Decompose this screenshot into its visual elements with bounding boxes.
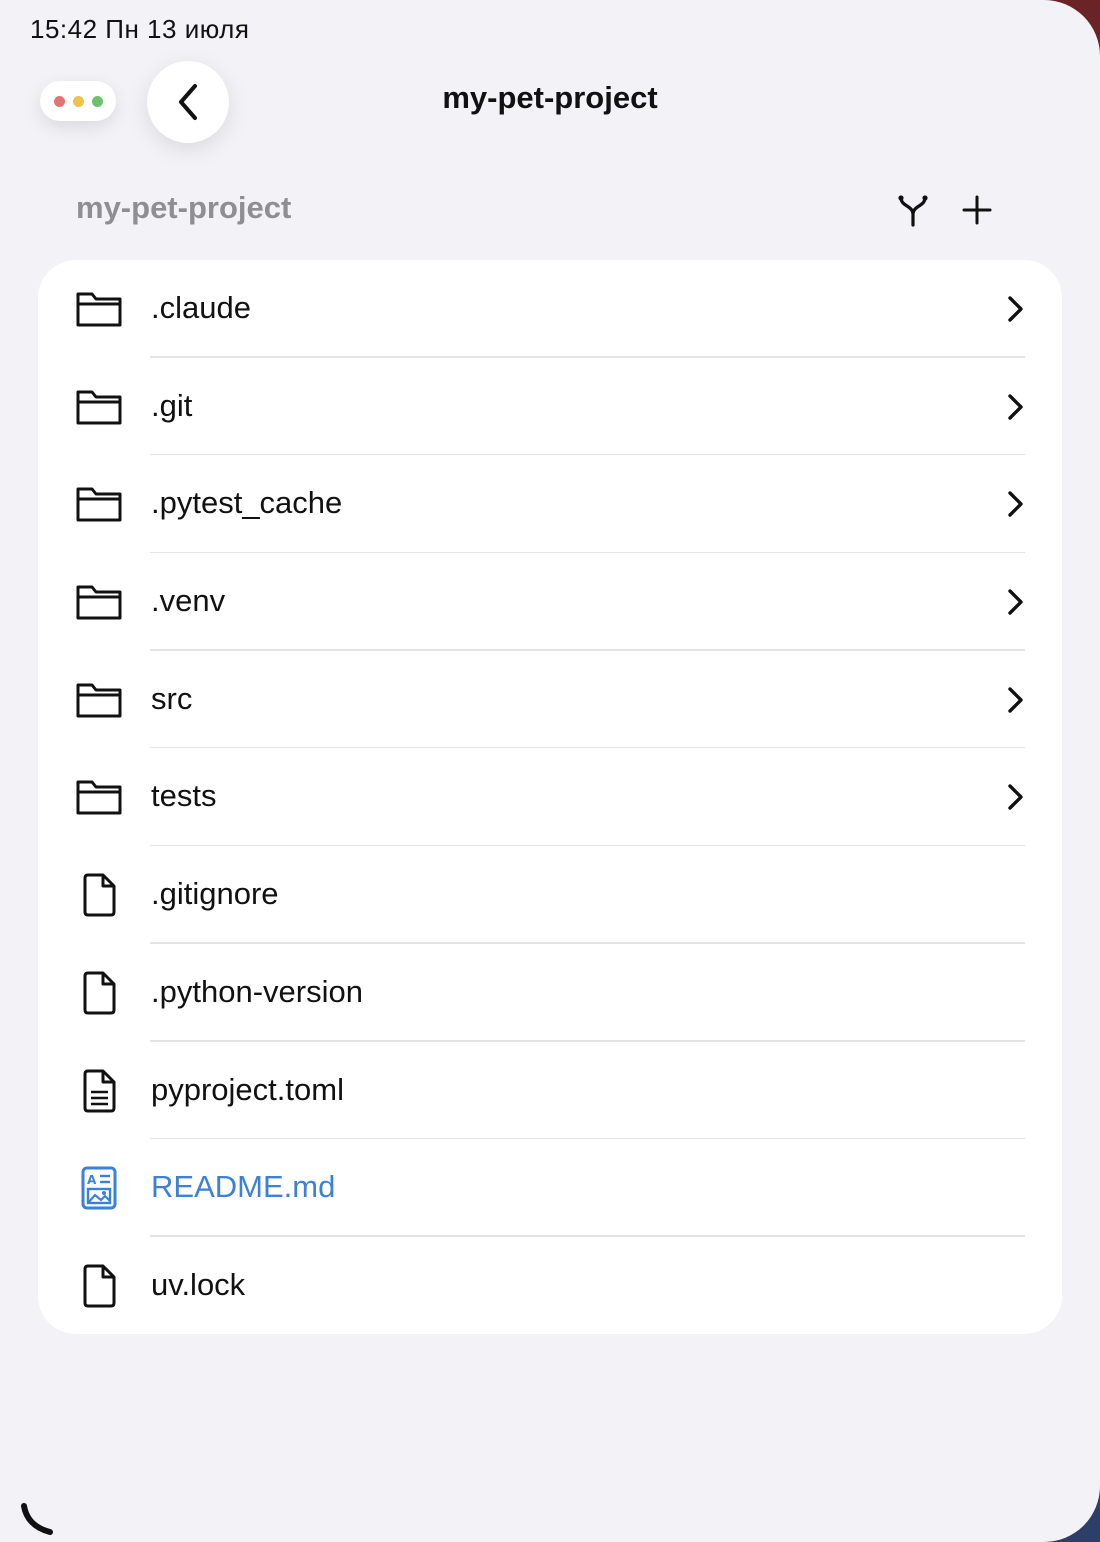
folder-icon bbox=[74, 284, 124, 334]
phone-icon[interactable] bbox=[20, 1500, 56, 1536]
folder-row[interactable]: .pytest_cache bbox=[38, 455, 1062, 554]
add-button[interactable] bbox=[957, 190, 997, 230]
markdown-document-icon: A bbox=[74, 1163, 124, 1213]
document-icon bbox=[74, 968, 124, 1018]
file-row[interactable]: pyproject.toml bbox=[38, 1042, 1062, 1140]
item-name: README.md bbox=[151, 1169, 336, 1205]
item-name: tests bbox=[151, 778, 217, 814]
file-row[interactable]: .python-version bbox=[38, 944, 1062, 1042]
chevron-right-icon bbox=[1008, 393, 1023, 420]
folder-icon bbox=[74, 675, 124, 725]
chevron-right-icon bbox=[1008, 589, 1023, 615]
branch-button[interactable] bbox=[893, 190, 933, 230]
file-row[interactable]: uv.lock bbox=[38, 1237, 1062, 1334]
folder-row[interactable]: .venv bbox=[38, 553, 1062, 651]
window-dot-green bbox=[91, 95, 103, 107]
document-icon bbox=[74, 1261, 124, 1311]
item-name: .gitignore bbox=[151, 876, 279, 912]
svg-text:A: A bbox=[87, 1173, 97, 1187]
section-title: my-pet-project bbox=[76, 190, 292, 225]
folder-row[interactable]: tests bbox=[38, 748, 1062, 847]
file-list: .claude .git .pytest_cache .venv src tests .gi… bbox=[38, 260, 1062, 1334]
folder-icon bbox=[74, 577, 124, 627]
item-name: .claude bbox=[151, 290, 251, 325]
item-name: pyproject.toml bbox=[151, 1071, 344, 1107]
document-icon bbox=[74, 870, 124, 920]
item-name: .python-version bbox=[151, 973, 363, 1009]
chevron-right-icon bbox=[1008, 687, 1023, 713]
window-dot-red bbox=[53, 95, 65, 107]
folder-icon bbox=[74, 382, 124, 432]
folder-row[interactable]: .claude bbox=[38, 260, 1062, 358]
item-name: uv.lock bbox=[151, 1266, 246, 1302]
branch-icon bbox=[898, 195, 928, 227]
folder-row[interactable]: src bbox=[38, 651, 1062, 749]
item-name: .git bbox=[151, 387, 193, 423]
back-button[interactable] bbox=[147, 61, 229, 143]
status-time-date: 15:42 Пн 13 июля bbox=[30, 14, 250, 44]
folder-row[interactable]: .git bbox=[38, 358, 1062, 456]
file-row[interactable]: .gitignore bbox=[38, 846, 1062, 944]
folder-icon bbox=[74, 479, 124, 529]
chevron-right-icon bbox=[1008, 784, 1023, 811]
item-name: src bbox=[151, 680, 193, 716]
item-name: .venv bbox=[151, 583, 226, 619]
text-document-icon bbox=[74, 1066, 124, 1116]
window-controls-button[interactable] bbox=[40, 81, 116, 121]
plus-icon bbox=[962, 195, 992, 225]
chevron-right-icon bbox=[1008, 296, 1023, 322]
folder-icon bbox=[74, 772, 124, 822]
file-row[interactable]: A README.md bbox=[38, 1139, 1062, 1237]
chevron-right-icon bbox=[1008, 491, 1023, 518]
window-dot-yellow bbox=[72, 95, 84, 107]
app-window: 15:42 Пн 13 июля my-pet-project my-pet-p… bbox=[0, 0, 1100, 1542]
item-name: .pytest_cache bbox=[151, 485, 343, 521]
nav-title: my-pet-project bbox=[442, 80, 658, 115]
chevron-left-icon bbox=[179, 84, 197, 120]
